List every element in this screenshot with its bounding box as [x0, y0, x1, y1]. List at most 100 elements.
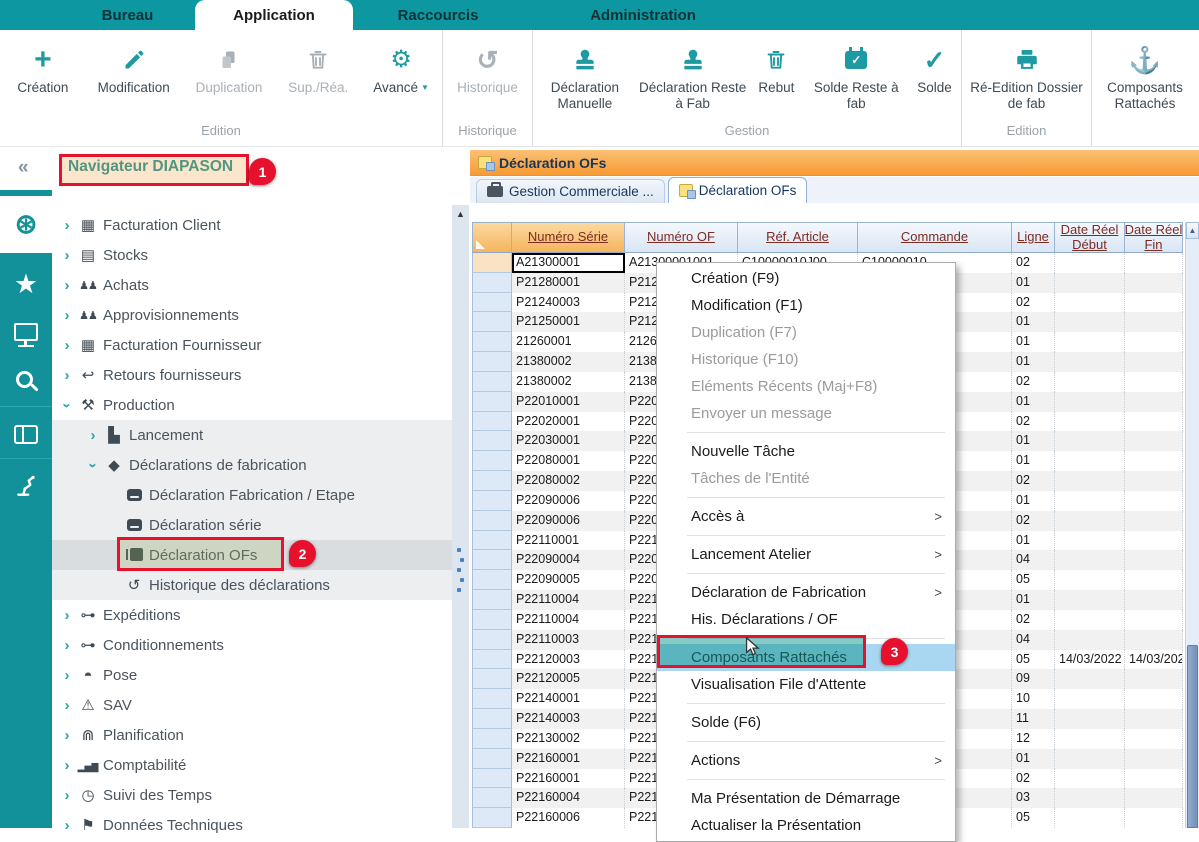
scrollbar-thumb[interactable]	[1187, 645, 1198, 828]
column-header-6[interactable]: Date RéelFin	[1125, 222, 1183, 253]
cell-serie[interactable]: 21260001	[512, 332, 625, 352]
row-selector[interactable]	[472, 630, 512, 650]
cell-ligne[interactable]: 02	[1012, 471, 1055, 491]
cell-fin[interactable]	[1125, 630, 1183, 650]
sidebar-item-historique-des-d-clarations[interactable]: ↺Historique des déclarations	[52, 570, 452, 600]
ribbon-tab-bureau[interactable]: Bureau	[60, 0, 195, 30]
cell-fin[interactable]	[1125, 412, 1183, 432]
cell-ligne[interactable]: 05	[1012, 570, 1055, 590]
row-selector[interactable]	[472, 293, 512, 313]
row-selector[interactable]	[472, 729, 512, 749]
cell-serie[interactable]: P22090005	[512, 570, 625, 590]
cell-serie[interactable]: P22010001	[512, 392, 625, 412]
cell-ligne[interactable]: 02	[1012, 769, 1055, 789]
ribbon-tab-raccourcis[interactable]: Raccourcis	[353, 0, 523, 30]
cell-serie[interactable]: P22080002	[512, 471, 625, 491]
toolbar-button-r-edition-dossier-de-fab[interactable]: Ré-Edition Dossier de fab	[962, 30, 1091, 120]
row-selector[interactable]	[472, 471, 512, 491]
cell-fin[interactable]	[1125, 273, 1183, 293]
menu-item-actualiser-la-pr-sentation[interactable]: Actualiser la Présentation	[657, 812, 955, 839]
cell-serie[interactable]: A21300001	[512, 253, 625, 273]
cell-ligne[interactable]: 01	[1012, 332, 1055, 352]
cell-serie[interactable]: P22090006	[512, 491, 625, 511]
cell-fin[interactable]	[1125, 669, 1183, 689]
cell-ligne[interactable]: 02	[1012, 372, 1055, 392]
chevron-right-icon[interactable]: ›	[58, 337, 76, 354]
cell-ligne[interactable]: 04	[1012, 550, 1055, 570]
sidebar-item-donn-es-techniques[interactable]: ›⚑Données Techniques	[52, 810, 452, 840]
rail-item-columns-icon[interactable]	[0, 408, 52, 460]
row-selector[interactable]	[472, 392, 512, 412]
cell-debut[interactable]	[1055, 669, 1125, 689]
cell-debut[interactable]	[1055, 709, 1125, 729]
chevron-right-icon[interactable]: ›	[58, 817, 76, 834]
cell-fin[interactable]	[1125, 550, 1183, 570]
chevron-right-icon[interactable]: ›	[58, 667, 76, 684]
column-header-4[interactable]: Ligne	[1012, 222, 1055, 253]
cell-fin[interactable]	[1125, 253, 1183, 273]
cell-serie[interactable]: P22020001	[512, 412, 625, 432]
sidebar-item-approvisionnements[interactable]: ›♟♟Approvisionnements	[52, 300, 452, 330]
ribbon-tab-administration[interactable]: Administration	[553, 0, 733, 30]
sidebar-item-d-claration-s-rie[interactable]: Déclaration série	[52, 510, 452, 540]
cell-fin[interactable]: 14/03/2022	[1125, 650, 1183, 670]
cell-ligne[interactable]: 09	[1012, 669, 1055, 689]
cell-fin[interactable]	[1125, 372, 1183, 392]
toolbar-button-avanc-[interactable]: ⚙Avancé▼	[360, 30, 442, 120]
cell-debut[interactable]	[1055, 570, 1125, 590]
cell-debut[interactable]	[1055, 471, 1125, 491]
cell-fin[interactable]	[1125, 709, 1183, 729]
sidebar-item-conditionnements[interactable]: ›⊶Conditionnements	[52, 630, 452, 660]
cell-serie[interactable]: P22090006	[512, 511, 625, 531]
toolbar-button-d-claration-reste-fab[interactable]: Déclaration Reste à Fab	[637, 30, 749, 120]
row-selector[interactable]	[472, 769, 512, 789]
cell-fin[interactable]	[1125, 531, 1183, 551]
sidebar-item-planification[interactable]: ›⋒Planification	[52, 720, 452, 750]
cell-debut[interactable]	[1055, 293, 1125, 313]
cell-serie[interactable]: P22120003	[512, 650, 625, 670]
rail-item-robot-arm-icon[interactable]	[0, 460, 52, 512]
chevron-down-icon[interactable]: ›	[85, 456, 102, 474]
cell-debut[interactable]	[1055, 590, 1125, 610]
cell-ligne[interactable]: 01	[1012, 392, 1055, 412]
cell-ligne[interactable]: 01	[1012, 531, 1055, 551]
cell-serie[interactable]: 21380002	[512, 372, 625, 392]
cell-serie[interactable]: P22130002	[512, 729, 625, 749]
cell-fin[interactable]	[1125, 352, 1183, 372]
row-selector[interactable]	[472, 511, 512, 531]
column-header-2[interactable]: Réf. Article	[738, 222, 858, 253]
sidebar-item-stocks[interactable]: ›▤Stocks	[52, 240, 452, 270]
sidebar-item-comptabilit-[interactable]: ›▂▅▇Comptabilité	[52, 750, 452, 780]
cell-fin[interactable]	[1125, 293, 1183, 313]
collapse-sidebar-button[interactable]: «	[18, 157, 29, 179]
cell-debut[interactable]	[1055, 550, 1125, 570]
toolbar-button-cr-ation[interactable]: +Création	[0, 30, 86, 120]
cell-fin[interactable]	[1125, 491, 1183, 511]
tree-scroll-up-icon[interactable]: ▲	[452, 209, 469, 219]
cell-ligne[interactable]: 04	[1012, 630, 1055, 650]
cell-serie[interactable]: P22160001	[512, 769, 625, 789]
cell-ligne[interactable]: 05	[1012, 808, 1055, 828]
sidebar-item-d-clarations-de-fabrication[interactable]: ›◆Déclarations de fabrication	[52, 450, 452, 480]
sidebar-item-retours-fournisseurs[interactable]: ›↩Retours fournisseurs	[52, 360, 452, 390]
toolbar-button-solde-reste-fab[interactable]: Solde Reste à fab	[804, 30, 908, 120]
cell-ligne[interactable]: 01	[1012, 352, 1055, 372]
cell-serie[interactable]: 21380002	[512, 352, 625, 372]
cell-ligne[interactable]: 01	[1012, 590, 1055, 610]
chevron-right-icon[interactable]: ›	[58, 727, 76, 744]
cell-serie[interactable]: P22160006	[512, 808, 625, 828]
toolbar-button-solde[interactable]: ✓Solde	[908, 30, 961, 120]
chevron-right-icon[interactable]: ›	[58, 607, 76, 624]
cell-serie[interactable]: P21240003	[512, 293, 625, 313]
sidebar-item-achats[interactable]: ›♟♟Achats	[52, 270, 452, 300]
cell-debut[interactable]: 14/03/2022	[1055, 650, 1125, 670]
sidebar-item-exp-ditions[interactable]: ›⊶Expéditions	[52, 600, 452, 630]
row-selector[interactable]	[472, 352, 512, 372]
toolbar-button-d-claration-manuelle[interactable]: Déclaration Manuelle	[533, 30, 637, 120]
cell-ligne[interactable]: 01	[1012, 451, 1055, 471]
cell-fin[interactable]	[1125, 749, 1183, 769]
chevron-down-icon[interactable]: ›	[59, 396, 76, 414]
sidebar-item-production[interactable]: ›⚒Production	[52, 390, 452, 420]
cell-ligne[interactable]: 01	[1012, 431, 1055, 451]
cell-ligne[interactable]: 03	[1012, 788, 1055, 808]
